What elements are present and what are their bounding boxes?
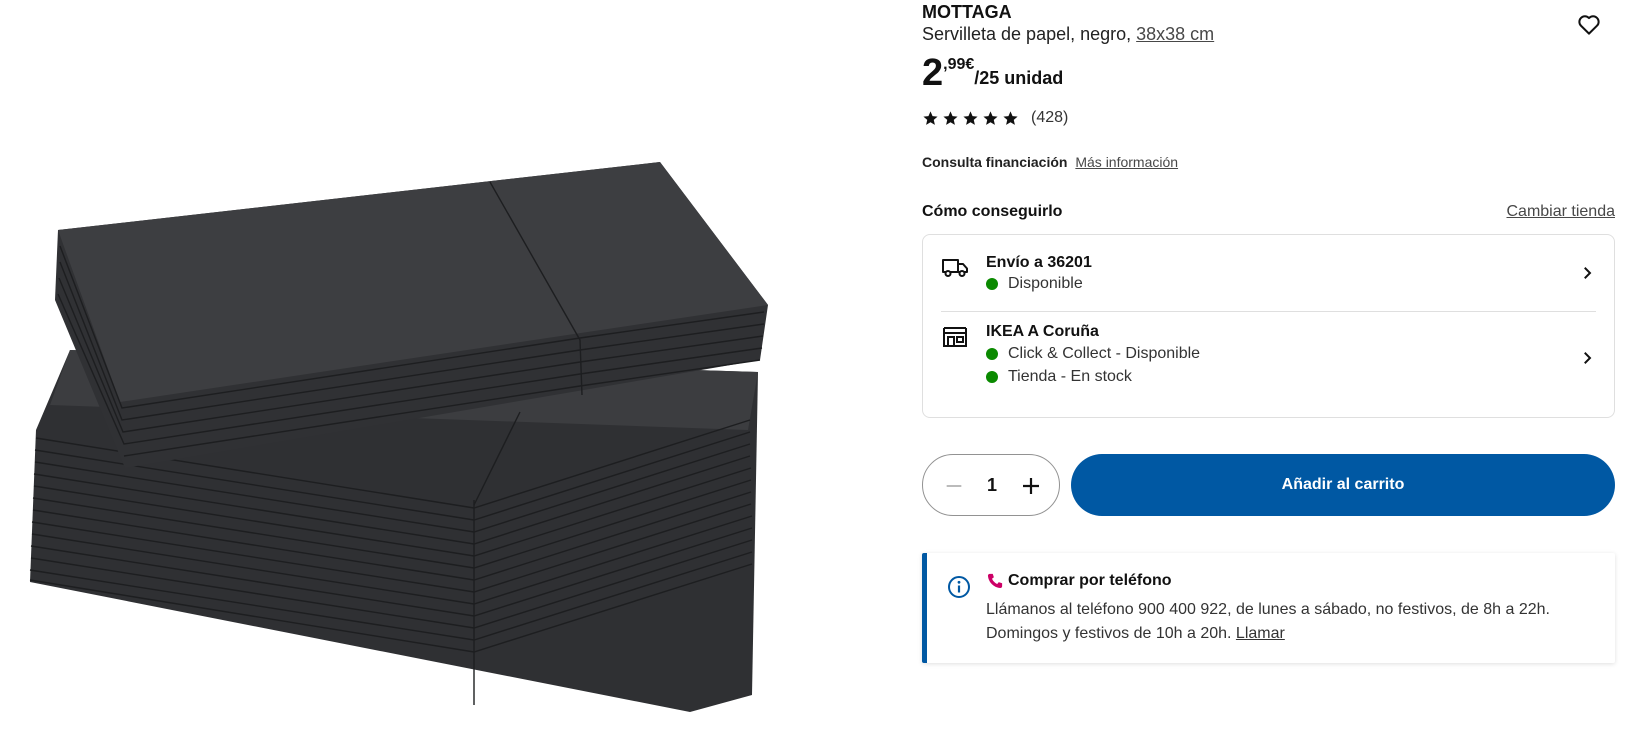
product-image[interactable] (0, 0, 840, 749)
phone-order-title: Comprar por teléfono (1008, 572, 1172, 589)
status-dot (986, 371, 998, 383)
rating[interactable]: (428) (922, 109, 1068, 127)
phone-order-notice: Comprar por teléfono Llámanos al teléfon… (922, 553, 1615, 663)
phone-order-text: Llámanos al teléfono 900 400 922, de lun… (986, 598, 1606, 646)
star-icon (1003, 110, 1018, 125)
store-row[interactable]: IKEA A Coruña Click & Collect - Disponib… (923, 312, 1614, 417)
store-collect-status-text: Click & Collect - Disponible (1008, 345, 1201, 362)
store-icon (943, 327, 967, 347)
how-to-get-title: Cómo conseguirlo (922, 203, 1063, 220)
plus-icon[interactable] (1019, 474, 1043, 498)
product-name: MOTTAGA (922, 2, 1012, 22)
rating-stars (922, 110, 1019, 127)
star-icon (963, 110, 978, 125)
price: 2 ,99€ /25 unidad (922, 52, 1063, 94)
status-dot (986, 348, 998, 360)
delivery-title: Envío a 36201 (986, 254, 1092, 271)
finance-label: Consulta financiación (922, 154, 1068, 170)
change-store-link[interactable]: Cambiar tienda (1507, 203, 1616, 221)
chevron-right-icon (1584, 352, 1592, 364)
price-unit: /25 unidad (974, 68, 1064, 88)
quantity-stepper: 1 (922, 454, 1060, 516)
heart-icon (1578, 15, 1600, 35)
phone-icon (987, 573, 1003, 589)
favourite-button[interactable] (1576, 12, 1602, 38)
price-decimals: ,99€ (943, 56, 975, 73)
call-link[interactable]: Llamar (1236, 625, 1285, 642)
delivery-row[interactable]: Envío a 36201 Disponible (923, 235, 1614, 311)
delivery-status-text: Disponible (1008, 275, 1083, 292)
price-integer: 2 (922, 52, 944, 94)
store-title: IKEA A Coruña (986, 323, 1099, 340)
product-description: Servilleta de papel, negro, 38x38 cm (922, 24, 1214, 45)
product-description-text: Servilleta de papel, negro, (922, 24, 1137, 44)
quantity-value[interactable]: 1 (978, 475, 1006, 496)
star-icon (943, 110, 958, 125)
finance-info: Consulta financiación Más información (922, 154, 1178, 170)
store-stock-status-text: Tienda - En stock (1008, 368, 1132, 385)
status-dot (986, 278, 998, 290)
star-icon (923, 110, 938, 125)
finance-more-info-link[interactable]: Más información (1075, 154, 1178, 170)
napkin-stack-illustration (29, 162, 768, 712)
size-link[interactable]: 38x38 cm (1136, 24, 1214, 44)
chevron-right-icon (1584, 267, 1592, 279)
delivery-status: Disponible (986, 275, 1083, 293)
minus-icon[interactable] (943, 475, 965, 497)
info-icon (948, 576, 970, 598)
add-to-cart-button[interactable]: Añadir al carrito (1071, 454, 1615, 516)
star-icon (983, 110, 998, 125)
truck-icon (942, 259, 968, 277)
rating-count: (428) (1031, 109, 1069, 126)
store-collect-status: Click & Collect - Disponible (986, 345, 1200, 363)
store-stock-status: Tienda - En stock (986, 368, 1132, 386)
availability-box: Envío a 36201 Disponible IKEA A Coruña C… (922, 234, 1615, 418)
